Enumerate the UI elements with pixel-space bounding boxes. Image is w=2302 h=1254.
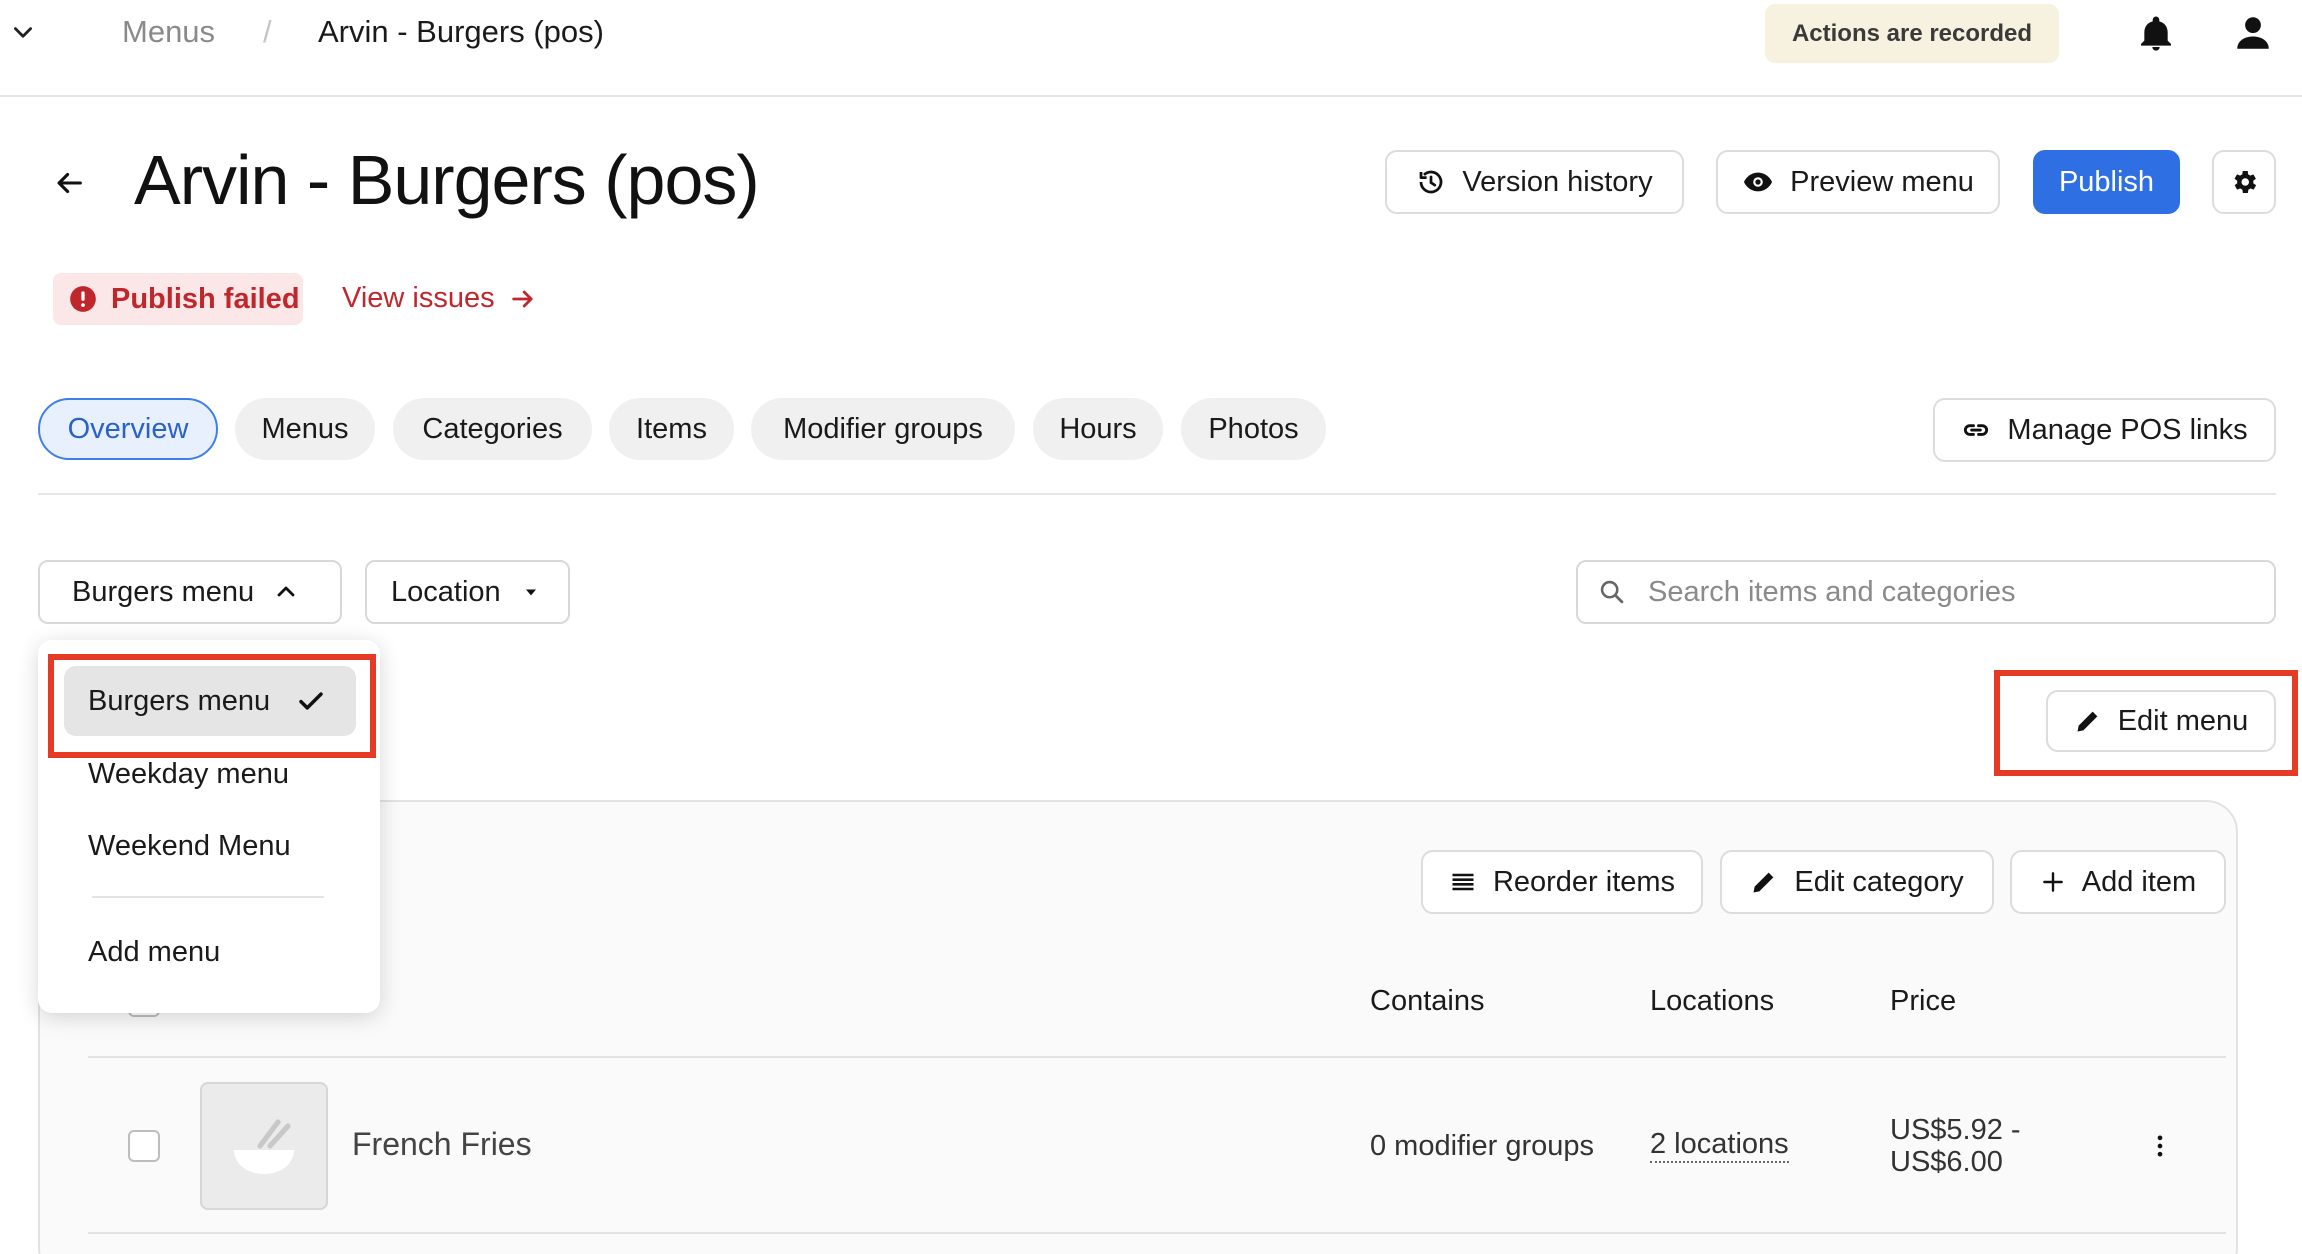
tabs-divider <box>38 493 2276 495</box>
tab-menus[interactable]: Menus <box>235 398 375 460</box>
item-thumbnail <box>200 1082 328 1210</box>
column-header-price: Price <box>1890 985 1957 1017</box>
tab-overview[interactable]: Overview <box>38 398 218 460</box>
settings-button[interactable] <box>2212 150 2276 214</box>
bowl-icon <box>224 1106 304 1186</box>
tab-hours[interactable]: Hours <box>1033 398 1163 460</box>
item-price-high: US$6.00 <box>1890 1146 2003 1178</box>
error-icon <box>69 285 97 313</box>
link-icon <box>1961 415 1991 445</box>
reorder-items-button[interactable]: Reorder items <box>1421 850 1703 914</box>
location-select[interactable]: Location <box>365 560 570 624</box>
reorder-items-label: Reorder items <box>1492 865 1676 898</box>
arrow-right-icon <box>509 285 537 313</box>
pencil-icon <box>1750 868 1778 896</box>
publish-failed-badge: Publish failed <box>53 273 303 325</box>
add-menu-option[interactable]: Add menu <box>88 936 220 969</box>
menu-option-weekend[interactable]: Weekend Menu <box>88 830 291 863</box>
back-arrow-icon[interactable] <box>52 166 86 200</box>
preview-menu-label: Preview menu <box>1790 165 1974 198</box>
breadcrumb-separator: / <box>263 14 272 49</box>
version-history-label: Version history <box>1462 165 1653 198</box>
burgers-menu-highlight <box>48 654 376 758</box>
view-issues-label: View issues <box>342 282 495 314</box>
view-issues-link[interactable]: View issues <box>342 282 537 315</box>
breadcrumb-menus[interactable]: Menus <box>122 14 215 50</box>
item-locations-link[interactable]: 2 locations <box>1650 1128 1789 1163</box>
item-contains: 0 modifier groups <box>1370 1130 1595 1162</box>
row-divider <box>88 1232 2226 1234</box>
plus-icon <box>2040 869 2066 895</box>
dropdown-divider <box>92 896 324 898</box>
menu-select-label: Burgers menu <box>72 575 255 608</box>
edit-category-label: Edit category <box>1794 865 1964 898</box>
add-item-label: Add item <box>2081 865 2197 898</box>
page-title: Arvin - Burgers (pos) <box>134 141 760 219</box>
reorder-icon <box>1449 868 1477 896</box>
more-options-icon[interactable] <box>2146 1128 2174 1164</box>
row-checkbox[interactable] <box>128 1130 160 1162</box>
column-header-contains: Contains <box>1370 985 1485 1017</box>
item-name[interactable]: French Fries <box>352 1126 532 1163</box>
history-icon <box>1416 167 1446 197</box>
user-icon[interactable] <box>2232 12 2274 54</box>
bell-icon[interactable] <box>2136 14 2176 54</box>
edit-category-button[interactable]: Edit category <box>1720 850 1994 914</box>
edit-menu-highlight <box>1994 670 2298 776</box>
location-select-label: Location <box>391 575 501 608</box>
menu-option-weekday[interactable]: Weekday menu <box>88 758 289 791</box>
actions-recorded-badge: Actions are recorded <box>1765 4 2059 63</box>
search-icon <box>1598 578 1626 606</box>
tab-items[interactable]: Items <box>609 398 734 460</box>
version-history-button[interactable]: Version history <box>1385 150 1684 214</box>
search-box[interactable] <box>1576 560 2276 624</box>
item-price-low: US$5.92 - <box>1890 1114 2021 1146</box>
publish-button[interactable]: Publish <box>2033 150 2180 214</box>
add-item-button[interactable]: Add item <box>2010 850 2226 914</box>
column-header-locations: Locations <box>1650 985 1775 1017</box>
chevron-up-icon <box>274 580 298 604</box>
menu-select[interactable]: Burgers menu <box>38 560 342 624</box>
manage-pos-links-label: Manage POS links <box>2007 413 2248 446</box>
gear-icon <box>2229 167 2259 197</box>
manage-pos-links-button[interactable]: Manage POS links <box>1933 398 2276 462</box>
eye-icon <box>1742 166 1774 198</box>
publish-failed-label: Publish failed <box>111 282 300 315</box>
tab-categories[interactable]: Categories <box>393 398 592 460</box>
header-divider <box>88 1056 2226 1058</box>
preview-menu-button[interactable]: Preview menu <box>1716 150 2000 214</box>
breadcrumb-current: Arvin - Burgers (pos) <box>318 14 604 49</box>
tab-modifier-groups[interactable]: Modifier groups <box>751 398 1015 460</box>
search-input[interactable] <box>1648 575 2248 609</box>
chevron-down-icon[interactable] <box>10 20 36 46</box>
caret-down-icon <box>521 582 541 602</box>
tab-photos[interactable]: Photos <box>1181 398 1326 460</box>
